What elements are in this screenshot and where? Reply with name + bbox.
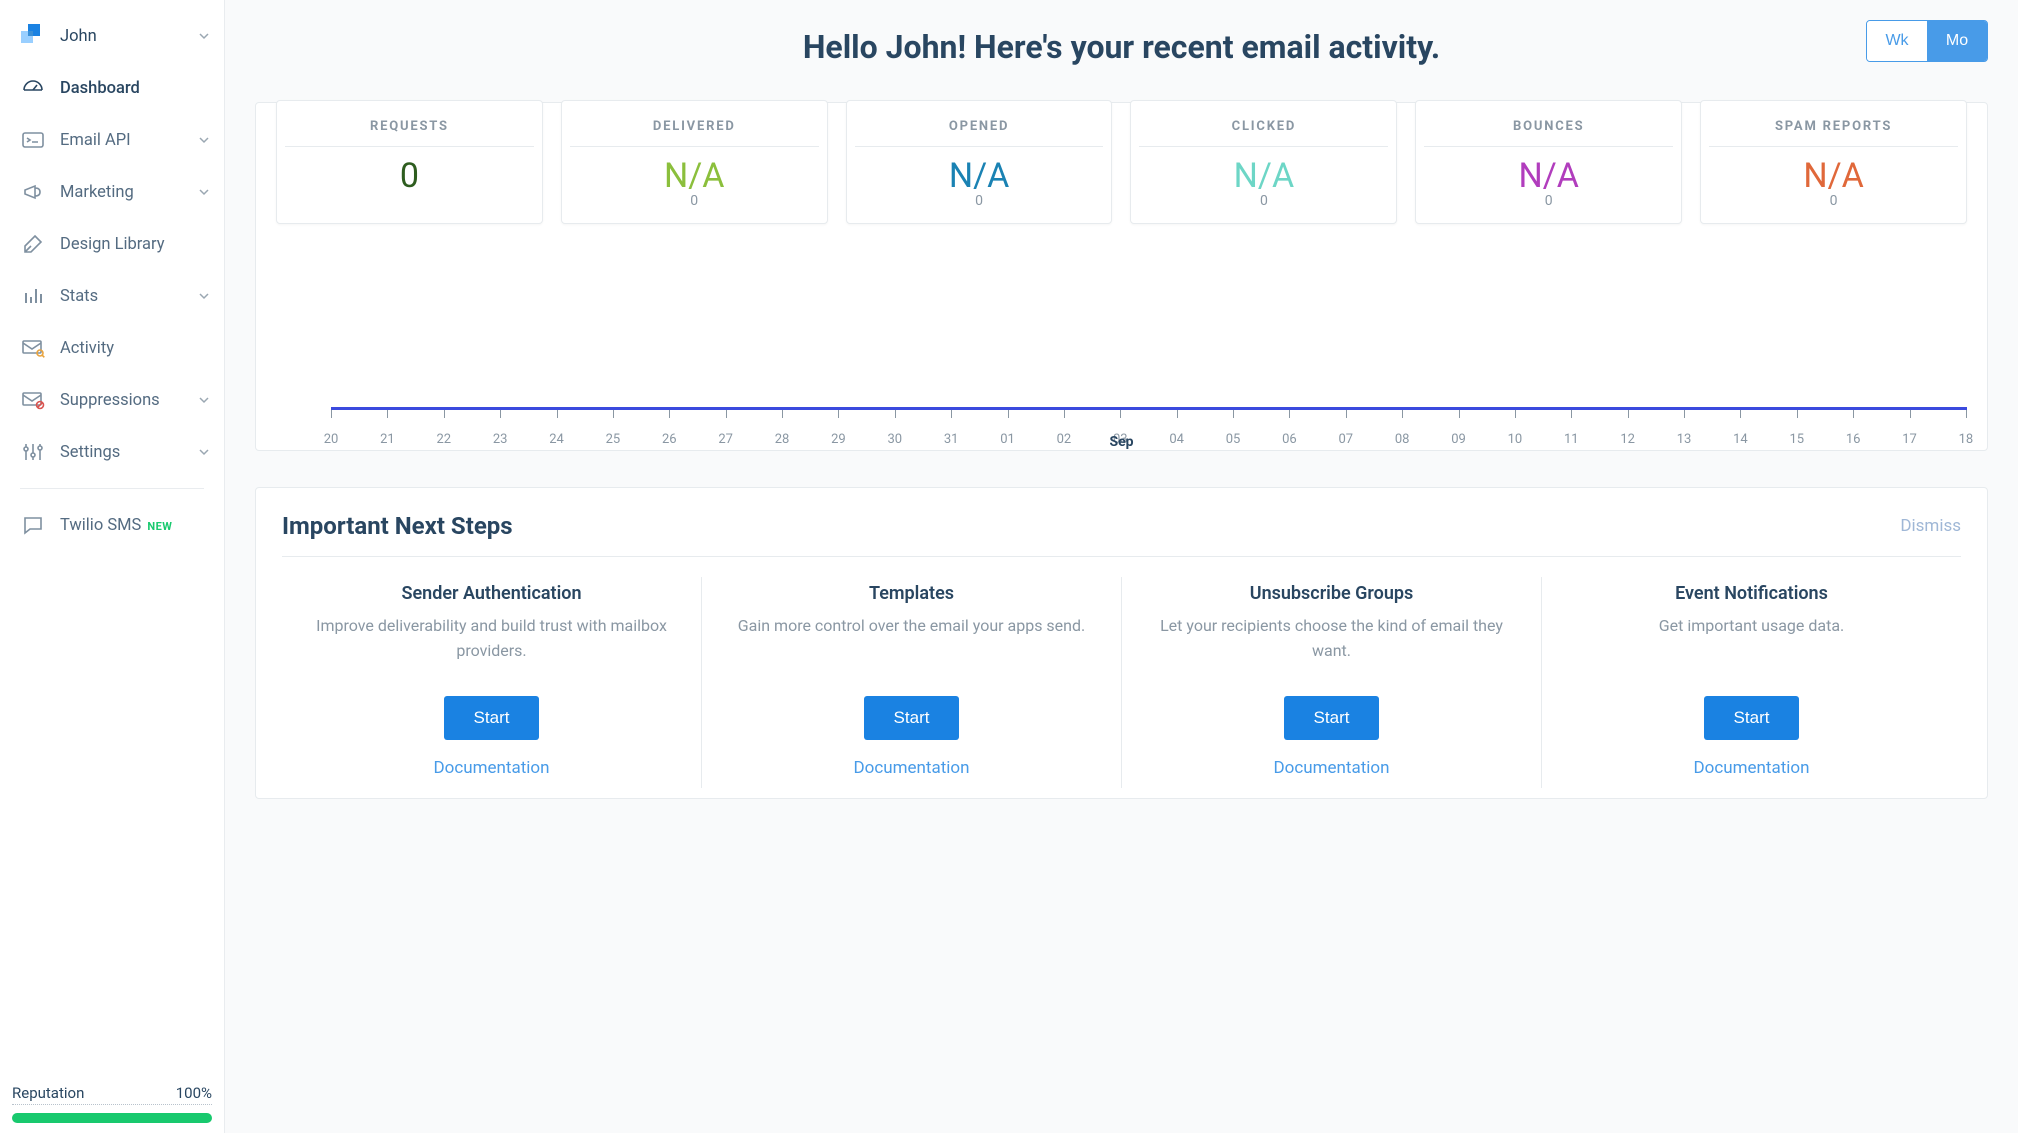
reputation-value: 100% — [176, 1084, 212, 1102]
stat-value: N/A — [1424, 159, 1673, 193]
chevron-down-icon — [198, 290, 210, 302]
stat-label: SPAM REPORTS — [1709, 119, 1958, 147]
stat-tile-requests[interactable]: REQUESTS 0 — [276, 100, 543, 224]
stat-label: BOUNCES — [1424, 119, 1673, 147]
step-event-notifications: Event Notifications Get important usage d… — [1541, 577, 1961, 788]
stat-tile-spam-reports[interactable]: SPAM REPORTS N/A0 — [1700, 100, 1967, 224]
sidebar-item-label: Settings — [60, 443, 184, 462]
sidebar-item-twiliosms[interactable]: Twilio SMSNEW — [0, 499, 224, 551]
step-doc-link[interactable]: Documentation — [724, 758, 1099, 778]
chevron-down-icon — [198, 30, 210, 42]
sidebar-item-label: Dashboard — [60, 79, 210, 98]
step-sender-authentication: Sender Authentication Improve deliverabil… — [282, 577, 701, 788]
stat-tile-bounces[interactable]: BOUNCES N/A0 — [1415, 100, 1682, 224]
stat-subvalue: 0 — [1260, 193, 1268, 209]
step-start-button[interactable]: Start — [1284, 696, 1380, 740]
step-doc-link[interactable]: Documentation — [1144, 758, 1519, 778]
sliders-icon — [20, 439, 46, 465]
sidebar-item-label: Stats — [60, 287, 184, 306]
megaphone-icon — [20, 179, 46, 205]
sidebar-item-dashboard[interactable]: Dashboard — [0, 62, 224, 114]
step-doc-link[interactable]: Documentation — [1564, 758, 1939, 778]
next-steps-card: Important Next Steps Dismiss Sender Auth… — [255, 487, 1988, 799]
sidebar-divider — [20, 488, 204, 489]
step-desc: Let your recipients choose the kind of e… — [1144, 614, 1519, 680]
sidebar-item-activity[interactable]: Activity — [0, 322, 224, 374]
stat-tile-clicked[interactable]: CLICKED N/A0 — [1130, 100, 1397, 224]
sidebar-user-label: John — [60, 27, 184, 46]
step-title: Event Notifications — [1564, 583, 1939, 604]
stats-card: REQUESTS0DELIVEREDN/A0OPENEDN/A0CLICKEDN… — [255, 102, 1988, 451]
stat-subvalue: 0 — [1830, 193, 1838, 209]
stat-value: N/A — [570, 159, 819, 193]
stat-subvalue: 0 — [975, 193, 983, 209]
terminal-icon — [20, 127, 46, 153]
step-start-button[interactable]: Start — [1704, 696, 1800, 740]
stat-value: 0 — [285, 159, 534, 193]
chart-month-label: Sep — [1109, 434, 1133, 450]
sidebar-item-label: Suppressions — [60, 391, 184, 410]
sidebar-item-stats[interactable]: Stats — [0, 270, 224, 322]
stat-label: DELIVERED — [570, 119, 819, 147]
main-content: Hello John! Here's your recent email act… — [225, 0, 2018, 1133]
chevron-down-icon — [198, 394, 210, 406]
stat-tile-opened[interactable]: OPENED N/A0 — [846, 100, 1113, 224]
stat-label: CLICKED — [1139, 119, 1388, 147]
sidebar-item-suppressions[interactable]: Suppressions — [0, 374, 224, 426]
step-start-button[interactable]: Start — [864, 696, 960, 740]
step-title: Unsubscribe Groups — [1144, 583, 1519, 604]
stat-value: N/A — [1139, 159, 1388, 193]
sidebar-item-label: Design Library — [60, 235, 210, 254]
chevron-down-icon — [198, 186, 210, 198]
period-toggle: Wk Mo — [1866, 20, 1988, 62]
step-title: Templates — [724, 583, 1099, 604]
chart-axis — [331, 407, 1967, 410]
stat-value: N/A — [855, 159, 1104, 193]
step-desc: Gain more control over the email your ap… — [724, 614, 1099, 680]
step-unsubscribe-groups: Unsubscribe Groups Let your recipients ch… — [1121, 577, 1541, 788]
step-start-button[interactable]: Start — [444, 696, 540, 740]
bars-icon — [20, 283, 46, 309]
new-badge: NEW — [147, 520, 172, 533]
stat-value: N/A — [1709, 159, 1958, 193]
next-steps-title: Important Next Steps — [282, 512, 513, 540]
activity-chart: 2021222324252627282930310102030405060708… — [276, 225, 1967, 440]
stat-label: REQUESTS — [285, 119, 534, 147]
mail-block-icon — [20, 387, 46, 413]
design-icon — [20, 231, 46, 257]
stat-subvalue: 0 — [690, 193, 698, 209]
gauge-icon — [20, 75, 46, 101]
step-title: Sender Authentication — [304, 583, 679, 604]
period-week-button[interactable]: Wk — [1867, 21, 1927, 61]
reputation-bar — [12, 1113, 212, 1123]
page-headline: Hello John! Here's your recent email act… — [803, 28, 1440, 66]
dismiss-link[interactable]: Dismiss — [1900, 516, 1961, 536]
sidebar: John Dashboard Email API Marketing Desig… — [0, 0, 225, 1133]
reputation-label: Reputation — [12, 1084, 84, 1102]
sidebar-item-designlibrary[interactable]: Design Library — [0, 218, 224, 270]
sidebar-item-emailapi[interactable]: Email API — [0, 114, 224, 166]
step-templates: Templates Gain more control over the emai… — [701, 577, 1121, 788]
sidebar-item-label: Activity — [60, 339, 210, 358]
sidebar-item-settings[interactable]: Settings — [0, 426, 224, 478]
chevron-down-icon — [198, 446, 210, 458]
sidebar-item-label: Twilio SMSNEW — [60, 516, 210, 535]
sidebar-item-marketing[interactable]: Marketing — [0, 166, 224, 218]
sidebar-item-label: Email API — [60, 131, 184, 150]
step-desc: Improve deliverability and build trust w… — [304, 614, 679, 680]
stat-label: OPENED — [855, 119, 1104, 147]
chevron-down-icon — [198, 134, 210, 146]
stat-tile-delivered[interactable]: DELIVERED N/A0 — [561, 100, 828, 224]
reputation-widget[interactable]: Reputation 100% — [0, 1076, 224, 1133]
mail-search-icon — [20, 335, 46, 361]
sidebar-item-label: Marketing — [60, 183, 184, 202]
step-doc-link[interactable]: Documentation — [304, 758, 679, 778]
chat-icon — [20, 512, 46, 538]
stat-subvalue: 0 — [1545, 193, 1553, 209]
sidebar-user[interactable]: John — [0, 10, 224, 62]
logo-icon — [20, 23, 46, 49]
step-desc: Get important usage data. — [1564, 614, 1939, 680]
period-month-button[interactable]: Mo — [1927, 21, 1987, 61]
